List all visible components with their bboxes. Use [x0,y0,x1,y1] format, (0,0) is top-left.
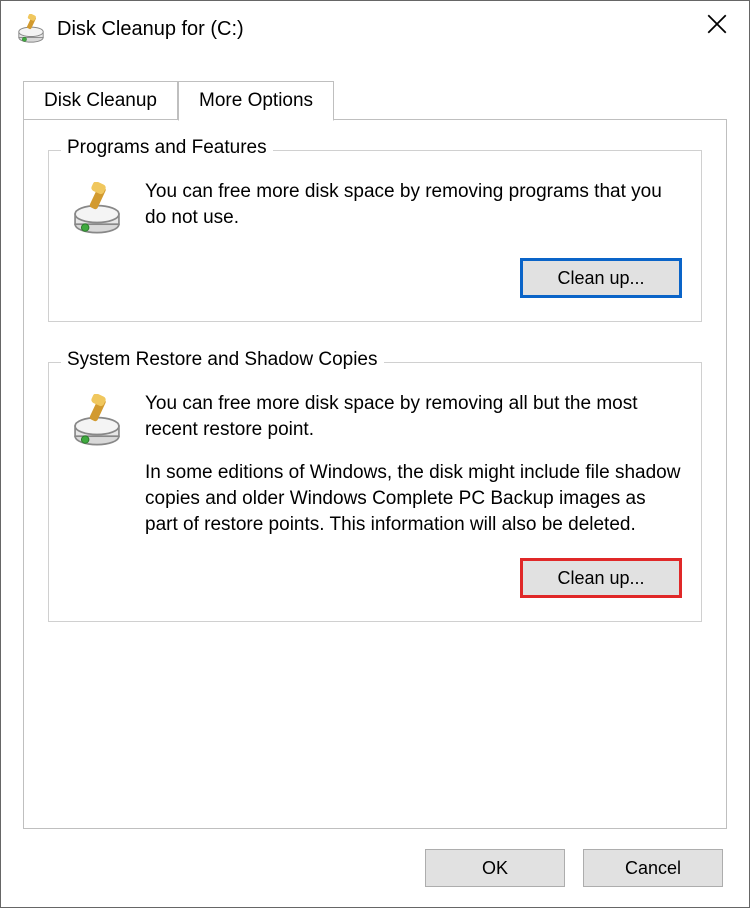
ok-button[interactable]: OK [425,849,565,887]
tab-panel-more-options: Programs and Features You can free more … [23,119,727,829]
disk-cleanup-window: Disk Cleanup for (C:) Disk Cleanup More … [0,0,750,908]
group-title-programs: Programs and Features [61,137,273,159]
disk-cleanup-icon [69,181,125,237]
tab-strip: Disk Cleanup More Options [1,57,749,119]
cleanup-programs-button[interactable]: Clean up... [521,259,681,297]
cancel-button[interactable]: Cancel [583,849,723,887]
titlebar: Disk Cleanup for (C:) [1,1,749,57]
programs-description: You can free more disk space by removing… [145,179,681,230]
window-title: Disk Cleanup for (C:) [57,18,689,41]
close-button[interactable] [689,3,745,45]
group-system-restore: System Restore and Shadow Copies You can… [48,362,702,622]
group-title-restore: System Restore and Shadow Copies [61,349,384,371]
close-icon [707,14,727,34]
tab-disk-cleanup[interactable]: Disk Cleanup [23,81,178,120]
restore-description-text-2: In some editions of Windows, the disk mi… [145,460,681,537]
tab-more-options[interactable]: More Options [178,81,334,121]
disk-cleanup-icon [15,13,47,45]
disk-cleanup-icon [69,393,125,449]
group-programs-and-features: Programs and Features You can free more … [48,150,702,322]
programs-description-text: You can free more disk space by removing… [145,179,681,230]
cleanup-restore-button[interactable]: Clean up... [521,559,681,597]
dialog-footer: OK Cancel [1,829,749,907]
restore-description-text-1: You can free more disk space by removing… [145,391,681,442]
restore-description: You can free more disk space by removing… [145,391,681,537]
